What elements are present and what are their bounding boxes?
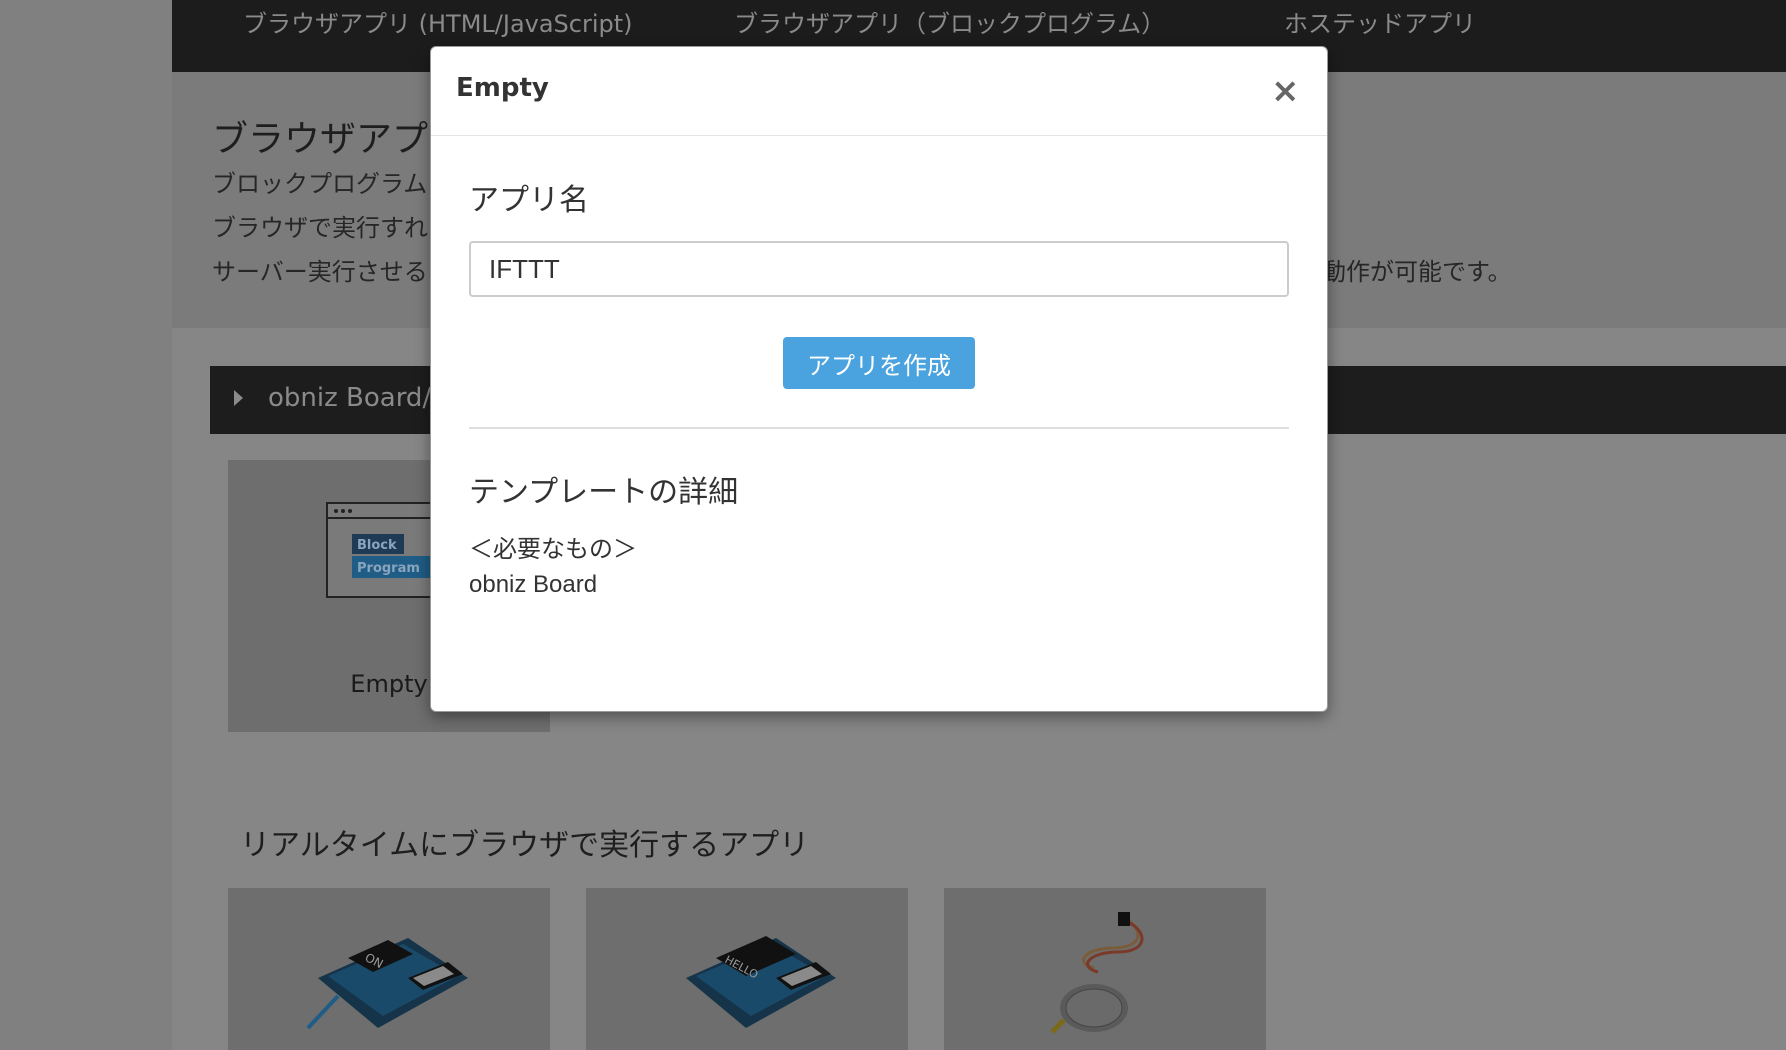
intro-line: サーバー実行させる bbox=[212, 258, 428, 286]
template-card[interactable] bbox=[944, 888, 1266, 1050]
app-name-label: アプリ名 bbox=[469, 183, 589, 218]
requirements-heading: ＜必要なもの＞ bbox=[469, 535, 637, 563]
intro-line: ブラウザで実行すれ bbox=[212, 214, 428, 242]
servo-motor-icon bbox=[1050, 912, 1144, 1034]
block-icon-text: Block bbox=[357, 538, 397, 553]
modal-header: Empty × bbox=[431, 47, 1327, 136]
template-card[interactable]: ON bbox=[228, 888, 550, 1050]
nav-item-browser-app-html[interactable]: ブラウザアプリ (HTML/JavaScript) bbox=[243, 4, 633, 39]
section-title-realtime: リアルタイムにブラウザで実行するアプリ bbox=[240, 828, 810, 863]
app-name-input[interactable] bbox=[469, 241, 1289, 297]
template-card[interactable]: HELLO bbox=[586, 888, 908, 1050]
divider bbox=[469, 427, 1289, 429]
caret-right-icon bbox=[234, 390, 243, 406]
nav-item-browser-app-block[interactable]: ブラウザアプリ（ブロックプログラム） bbox=[734, 4, 1165, 39]
requirement-item: obniz Board bbox=[469, 571, 598, 598]
template-details-title: テンプレートの詳細 bbox=[469, 475, 739, 510]
program-icon-text: Program bbox=[357, 561, 420, 576]
create-app-button[interactable]: アプリを作成 bbox=[783, 337, 975, 389]
intro-line: ブロックプログラム bbox=[212, 170, 428, 198]
create-app-modal: Empty × アプリ名 アプリを作成 テンプレートの詳細 ＜必要なもの＞ ob… bbox=[430, 46, 1328, 712]
obniz-board-on-icon: ON bbox=[306, 938, 468, 1030]
close-icon[interactable]: × bbox=[1271, 74, 1300, 108]
modal-title: Empty bbox=[456, 73, 549, 103]
accordion-label: obniz Board/1 bbox=[268, 383, 448, 413]
nav-item-hosted-app[interactable]: ホステッドアプリ bbox=[1284, 4, 1476, 39]
intro-title: ブラウザアプ bbox=[212, 119, 429, 160]
intro-line-tail: 動作が可能です。 bbox=[1322, 258, 1512, 286]
obniz-board-hello-icon: HELLO bbox=[686, 936, 836, 1028]
